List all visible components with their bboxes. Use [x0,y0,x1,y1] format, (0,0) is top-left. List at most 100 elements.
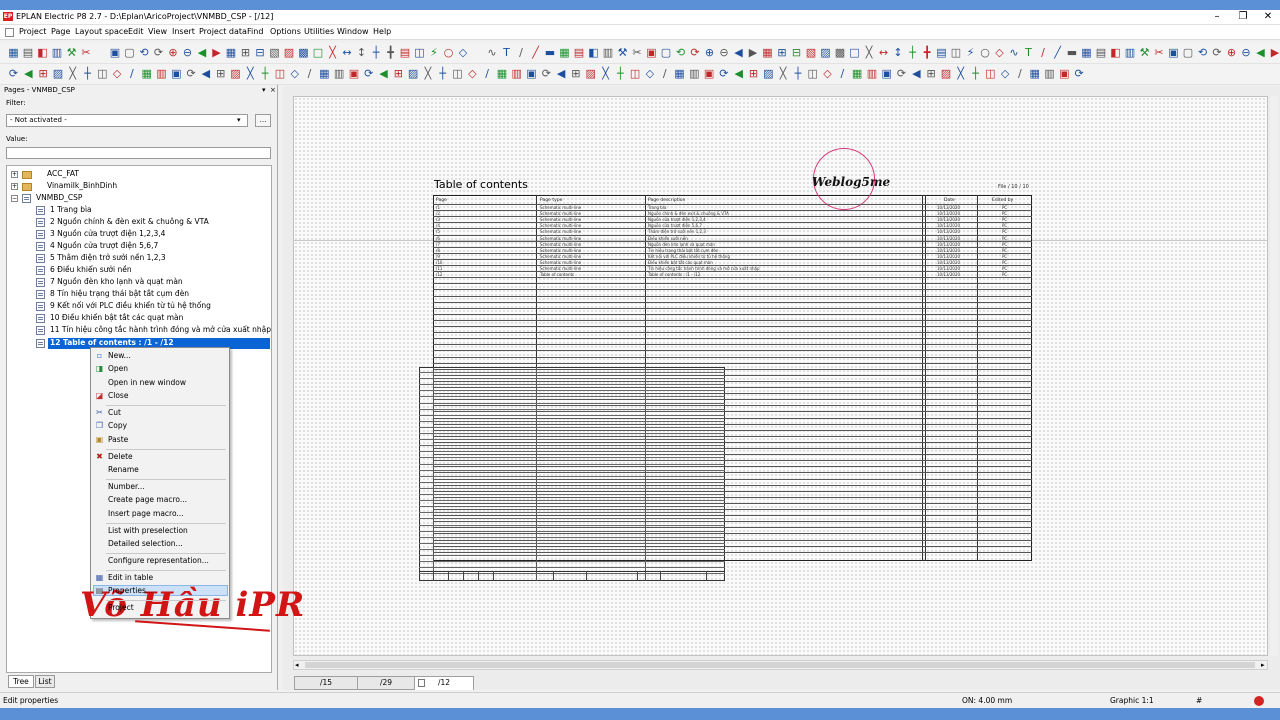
toolbar-tool-icon[interactable]: ▥ [865,67,878,80]
toolbar-tool-icon[interactable]: ⊞ [37,67,50,80]
toolbar-tool-icon[interactable]: ⟲ [674,46,687,59]
context-menu-item[interactable]: Edit in table [108,573,153,583]
minimize-button[interactable]: – [1205,10,1229,24]
menu-project[interactable]: Project [19,27,46,37]
context-menu-item[interactable]: Paste [108,435,128,445]
toolbar-tool-icon[interactable]: ◇ [111,67,124,80]
toolbar-tool-icon[interactable]: ◀ [196,46,209,59]
toolbar-tool-icon[interactable]: ◇ [821,67,834,80]
toolbar-tool-icon[interactable]: ╳ [599,67,612,80]
toolbar-tool-icon[interactable]: ╳ [777,67,790,80]
toolbar-tool-icon[interactable]: ◫ [413,46,426,59]
menu-layout-space[interactable]: Layout space [75,27,128,37]
toolbar-tool-icon[interactable]: ○ [979,46,992,59]
toolbar-tool-icon[interactable]: ▥ [602,46,615,59]
toolbar-tool-icon[interactable]: ✂ [631,46,644,59]
toolbar-tool-icon[interactable]: ⟲ [138,46,151,59]
toolbar-tool-icon[interactable]: ⊕ [703,46,716,59]
toolbar-tool-icon[interactable]: ▧ [805,46,818,59]
toolbar-tool-icon[interactable]: ⊖ [1240,46,1253,59]
toolbar-tool-icon[interactable]: ◫ [451,67,464,80]
toolbar-tool-icon[interactable]: ▥ [1043,67,1056,80]
toolbar-tool-icon[interactable]: ╳ [421,67,434,80]
tree-project-vinamilk[interactable]: Vinamilk_BinhDinh [47,181,117,191]
toolbar-tool-icon[interactable]: ▨ [762,67,775,80]
toolbar-tool-icon[interactable]: ╳ [863,46,876,59]
toolbar-tool-icon[interactable]: ┼ [81,67,94,80]
toolbar-tool-icon[interactable]: ▤ [22,46,35,59]
toolbar-tool-icon[interactable]: ◫ [629,67,642,80]
context-menu-item[interactable]: New... [108,351,131,361]
toolbar-tool-icon[interactable]: ╳ [244,67,257,80]
toolbar-tool-icon[interactable]: ∿ [486,46,499,59]
toolbar-tool-icon[interactable]: ⊟ [254,46,267,59]
toolbar-tool-icon[interactable]: ▦ [851,67,864,80]
toolbar-tool-icon[interactable]: ▣ [645,46,658,59]
toolbar-tool-icon[interactable]: ∕ [1037,46,1050,59]
toolbar-tool-icon[interactable]: ▨ [584,67,597,80]
context-menu-item[interactable]: Project [108,603,134,613]
toolbar-tool-icon[interactable]: ◫ [96,67,109,80]
tab-list[interactable]: List [35,675,55,688]
menu-window[interactable]: Window [337,27,369,37]
tree-page[interactable]: 7 Nguồn đèn kho lạnh và quạt màn [50,277,183,287]
toolbar-tool-icon[interactable]: ▨ [939,67,952,80]
toolbar-tool-icon[interactable]: ↔ [877,46,890,59]
toolbar-tool-icon[interactable]: ◀ [732,46,745,59]
toolbar-tool-icon[interactable]: ↔ [341,46,354,59]
page-tab-29[interactable]: /29 [357,676,415,690]
toolbar-tool-icon[interactable]: ◧ [587,46,600,59]
toolbar-tool-icon[interactable]: ◫ [950,46,963,59]
value-input[interactable] [6,147,271,159]
toolbar-tool-icon[interactable]: ◇ [643,67,656,80]
toolbar-tool-icon[interactable]: ╳ [326,46,339,59]
toolbar-tool-icon[interactable]: ∕ [481,67,494,80]
toolbar-tool-icon[interactable]: ╋ [384,46,397,59]
toolbar-tool-icon[interactable]: ⟳ [185,67,198,80]
toolbar-tool-icon[interactable]: ▦ [140,67,153,80]
close-window-button[interactable]: ✕ [1256,10,1280,24]
toolbar-tool-icon[interactable]: ∕ [836,67,849,80]
toolbar-tool-icon[interactable]: ▦ [1080,46,1093,59]
toolbar-tool-icon[interactable]: ◀ [1254,46,1267,59]
toolbar-tool-icon[interactable]: ◫ [273,67,286,80]
context-menu-item[interactable]: Detailed selection... [108,539,183,549]
tree-page[interactable]: 3 Nguồn cửa trượt điện 1,2,3,4 [50,229,165,239]
toolbar-tool-icon[interactable]: ⟳ [1073,67,1086,80]
toolbar-tool-icon[interactable]: ▣ [170,67,183,80]
context-menu-item[interactable]: Close [108,391,128,401]
tab-tree[interactable]: Tree [8,675,34,688]
toolbar-tool-icon[interactable]: ▢ [660,46,673,59]
toolbar-tool-icon[interactable]: ⊞ [239,46,252,59]
restore-button[interactable]: ❐ [1231,10,1255,24]
toolbar-tool-icon[interactable]: ◀ [555,67,568,80]
toolbar-tool-icon[interactable]: ◀ [910,67,923,80]
context-menu-item[interactable]: Properties... [108,586,153,596]
toolbar-tool-icon[interactable]: ▶ [210,46,223,59]
toolbar-tool-icon[interactable]: ↕ [355,46,368,59]
toolbar-tool-icon[interactable]: ▬ [1066,46,1079,59]
toolbar-tool-icon[interactable]: ┼ [436,67,449,80]
toolbar-tool-icon[interactable]: ┼ [969,67,982,80]
toolbar-tool-icon[interactable]: ∕ [515,46,528,59]
toolbar-tool-icon[interactable]: ▣ [109,46,122,59]
menu-find[interactable]: Find [247,27,263,37]
toolbar-tool-icon[interactable]: ⊞ [214,67,227,80]
tree-page[interactable]: 5 Thâm điện trở sưởi nền 1,2,3 [50,253,166,263]
toolbar-tool-icon[interactable]: ┼ [906,46,919,59]
toolbar-tool-icon[interactable]: ▩ [834,46,847,59]
toolbar-tool-icon[interactable]: ▥ [51,46,64,59]
expand-toggle[interactable]: + [11,171,18,178]
scroll-right-icon[interactable]: ▸ [1261,661,1265,669]
filter-dropdown[interactable]: - Not activated - [6,114,248,127]
toolbar-tool-icon[interactable]: ⚡ [428,46,441,59]
toolbar-tool-icon[interactable]: ▣ [703,67,716,80]
page-tab-15[interactable]: /15 [294,676,358,690]
toolbar-tool-icon[interactable]: ⊟ [790,46,803,59]
toolbar-tool-icon[interactable]: ◇ [457,46,470,59]
toolbar-tool-icon[interactable]: ▨ [819,46,832,59]
toolbar-tool-icon[interactable]: ⟲ [1196,46,1209,59]
toolbar-tool-icon[interactable]: ∕ [658,67,671,80]
tree-page[interactable]: 10 Điều khiển bật tắt các quạt màn [50,313,183,323]
toolbar-tool-icon[interactable]: ▤ [399,46,412,59]
